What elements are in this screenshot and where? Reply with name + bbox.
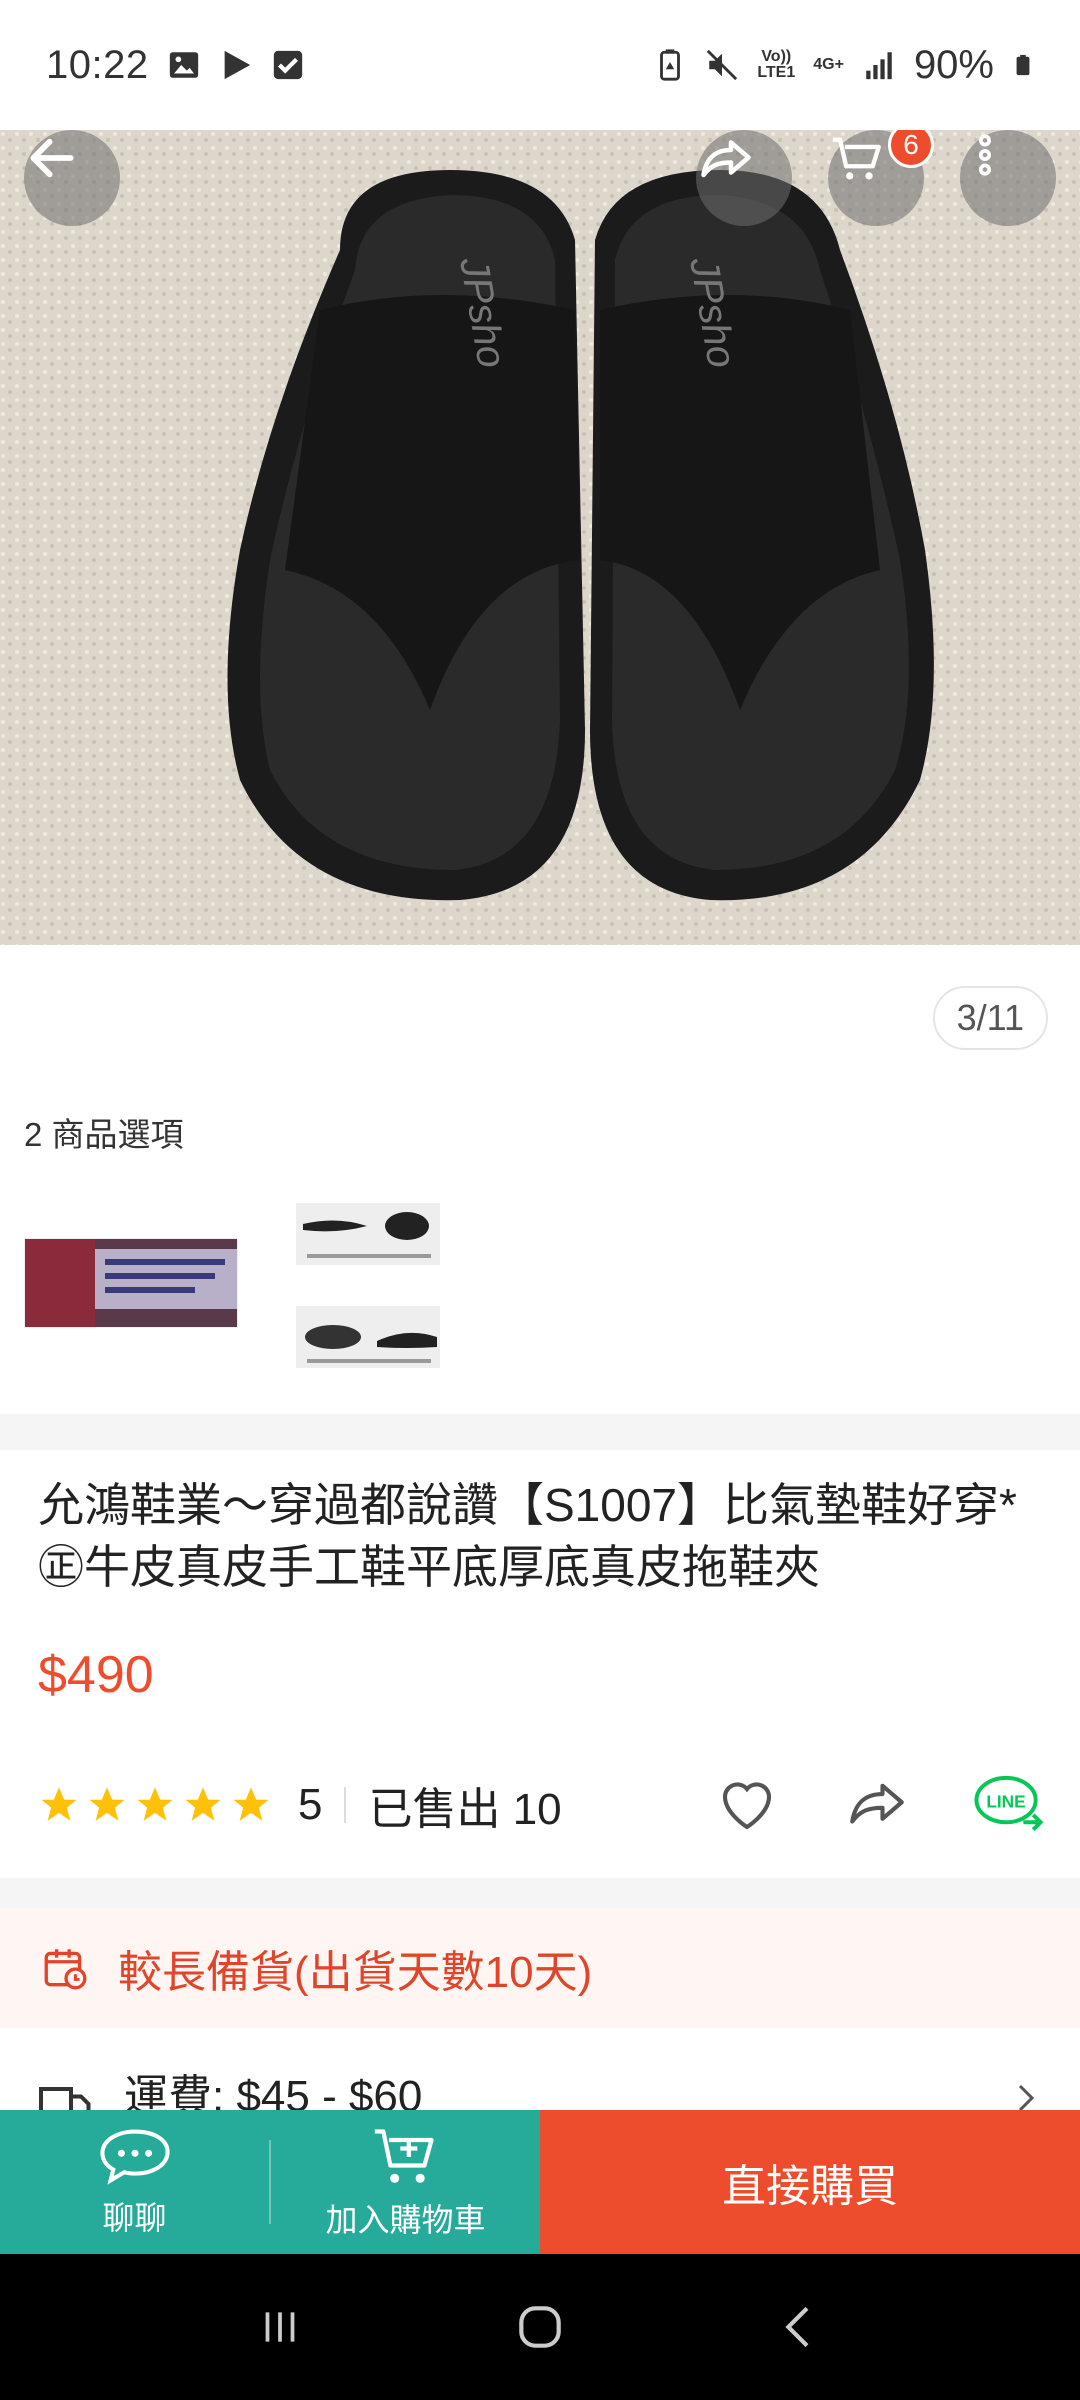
sandal-photo: JPsho JPsho [0,130,1080,945]
lead-time-notice: 較長備貨(出貨天數10天) [0,1908,1080,2028]
network-type: 4G+ [813,56,844,73]
more-button[interactable] [960,130,1056,226]
calendar-clock-icon [44,1949,87,1990]
status-time: 10:22 [46,42,149,87]
system-nav-bar [0,2254,1080,2400]
home-icon[interactable] [512,2299,568,2355]
bottom-action-bar: 聊聊 加入購物車 直接購買 [0,2110,1080,2254]
share-icon[interactable] [844,1772,910,1838]
product-title: 允鴻鞋業～穿過都說讚【S1007】比氣墊鞋好穿*㊣牛皮真皮手工鞋平底厚底真皮拖鞋… [38,1479,1017,1593]
check-icon [273,50,302,80]
variant-image-1 [25,1239,237,1327]
recent-apps-icon[interactable] [252,2302,308,2352]
mute-icon [707,49,738,81]
section-divider [0,1878,1080,1908]
status-bar: 10:22 Vo)) LTE1 4G+ 90% [0,0,1080,130]
star-icon [185,1787,221,1821]
sold-count: 已售出 10 [368,1785,562,1834]
back-button[interactable] [24,130,120,226]
section-divider [0,2028,1080,2060]
shipping-fee-text: 運費: $45 - $60 [124,2072,423,2110]
star-icon [41,1787,77,1821]
line-share-icon[interactable]: LINE [974,1772,1048,1838]
chat-icon [99,2129,170,2185]
options-title: 2 商品選項 [24,1116,184,1153]
battery-icon [1016,54,1030,76]
image-page-counter: 3/11 [932,986,1048,1050]
add-cart-icon [374,2129,434,2183]
share-icon [701,140,751,178]
cart-icon [832,137,881,180]
network-indicator: Vo)) LTE1 [757,48,796,81]
lead-time-text: 較長備貨(出貨天數10天) [118,1948,593,1997]
star-icon [89,1787,125,1821]
product-image[interactable]: JPsho JPsho 6 [0,130,1080,945]
star-icon [137,1787,173,1821]
variant-thumbnail-1[interactable] [24,1238,238,1328]
variant-thumbnail-2[interactable] [296,1203,440,1265]
battery-percent: 90% [913,42,994,87]
svg-text:LINE: LINE [986,1791,1025,1811]
signal-icon [866,52,892,80]
truck-icon [39,2087,91,2110]
heart-icon[interactable] [714,1772,780,1838]
cart-button[interactable]: 6 [828,130,934,226]
variant-thumbnail-3[interactable] [296,1306,440,1368]
shipping-row[interactable]: 運費: $45 - $60 [0,2060,1080,2110]
product-price: $490 [38,1646,154,1704]
variant-image-3 [297,1307,439,1367]
battery-saver-icon [660,49,681,81]
variant-image-2 [297,1204,439,1264]
add-to-cart-button[interactable]: 加入購物車 [271,2110,540,2254]
play-icon [224,50,250,80]
rating-row: 5 已售出 10 LINE [38,1770,1048,1840]
chat-label: 聊聊 [102,2200,167,2236]
chat-button[interactable]: 聊聊 [0,2110,269,2254]
more-vertical-icon [978,134,992,176]
chevron-right-icon [1018,2084,1035,2110]
rating-value: 5 [298,1780,323,1829]
star-icon [233,1787,269,1821]
rating-separator [344,1787,347,1823]
rating-stars [38,1784,272,1826]
add-to-cart-label: 加入購物車 [325,2202,486,2238]
buy-now-button[interactable]: 直接購買 [540,2110,1080,2254]
arrow-left-icon [30,138,74,178]
share-button[interactable] [696,130,792,226]
back-nav-icon[interactable] [772,2299,828,2355]
gallery-icon [169,52,198,78]
section-divider [0,1414,1080,1450]
